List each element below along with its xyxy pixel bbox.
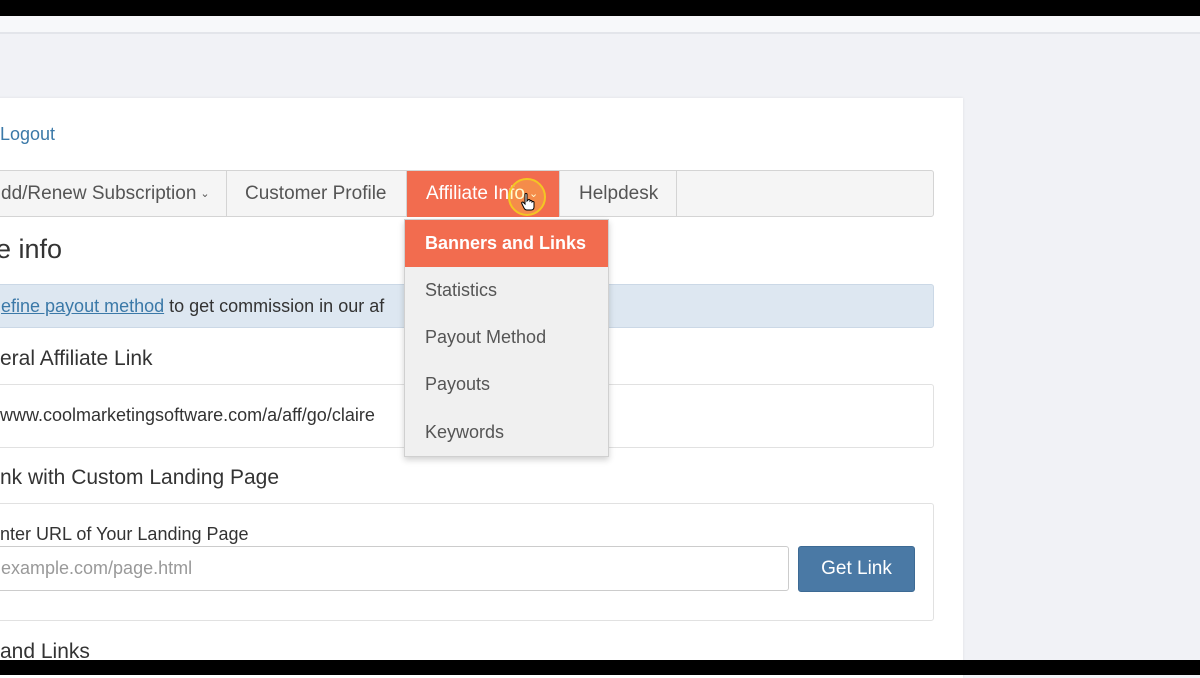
get-link-button[interactable]: Get Link xyxy=(798,546,915,592)
nav-add-renew-subscription[interactable]: dd/Renew Subscription ⌄ xyxy=(0,171,227,217)
chevron-down-icon: ⌄ xyxy=(200,188,210,200)
nav-item-label: dd/Renew Subscription xyxy=(1,183,197,204)
general-link-heading: eral Affiliate Link xyxy=(0,347,153,370)
affiliate-info-dropdown: Banners and Links Statistics Payout Meth… xyxy=(404,219,609,457)
nav-helpdesk[interactable]: Helpdesk xyxy=(559,171,677,217)
custom-link-heading: nk with Custom Landing Page xyxy=(0,466,279,489)
nav-item-label: Customer Profile xyxy=(245,183,387,204)
page-title: e info xyxy=(0,234,63,264)
landing-page-url-input[interactable] xyxy=(0,546,789,591)
video-top-bar xyxy=(0,0,1200,16)
main-navbar: dd/Renew Subscription ⌄ Customer Profile … xyxy=(0,170,934,217)
browser-top-strip xyxy=(0,16,1200,34)
nav-item-label: Helpdesk xyxy=(579,183,659,204)
dropdown-item-payouts[interactable]: Payouts xyxy=(405,361,608,408)
landing-page-label: nter URL of Your Landing Page xyxy=(0,524,249,544)
dropdown-item-payout-method[interactable]: Payout Method xyxy=(405,314,608,361)
dropdown-item-keywords[interactable]: Keywords xyxy=(405,409,608,456)
video-bottom-bar xyxy=(0,660,1200,675)
dropdown-item-banners-and-links[interactable]: Banners and Links xyxy=(405,220,608,267)
nav-customer-profile[interactable]: Customer Profile xyxy=(227,171,407,217)
define-payout-method-link[interactable]: efine payout method xyxy=(1,296,164,316)
alert-text: to get commission in our af xyxy=(164,296,385,316)
hand-cursor-icon xyxy=(521,193,535,211)
dropdown-item-statistics[interactable]: Statistics xyxy=(405,267,608,314)
general-affiliate-link[interactable]: www.coolmarketingsoftware.com/a/aff/go/c… xyxy=(0,405,375,426)
logout-link[interactable]: Logout xyxy=(0,124,55,145)
